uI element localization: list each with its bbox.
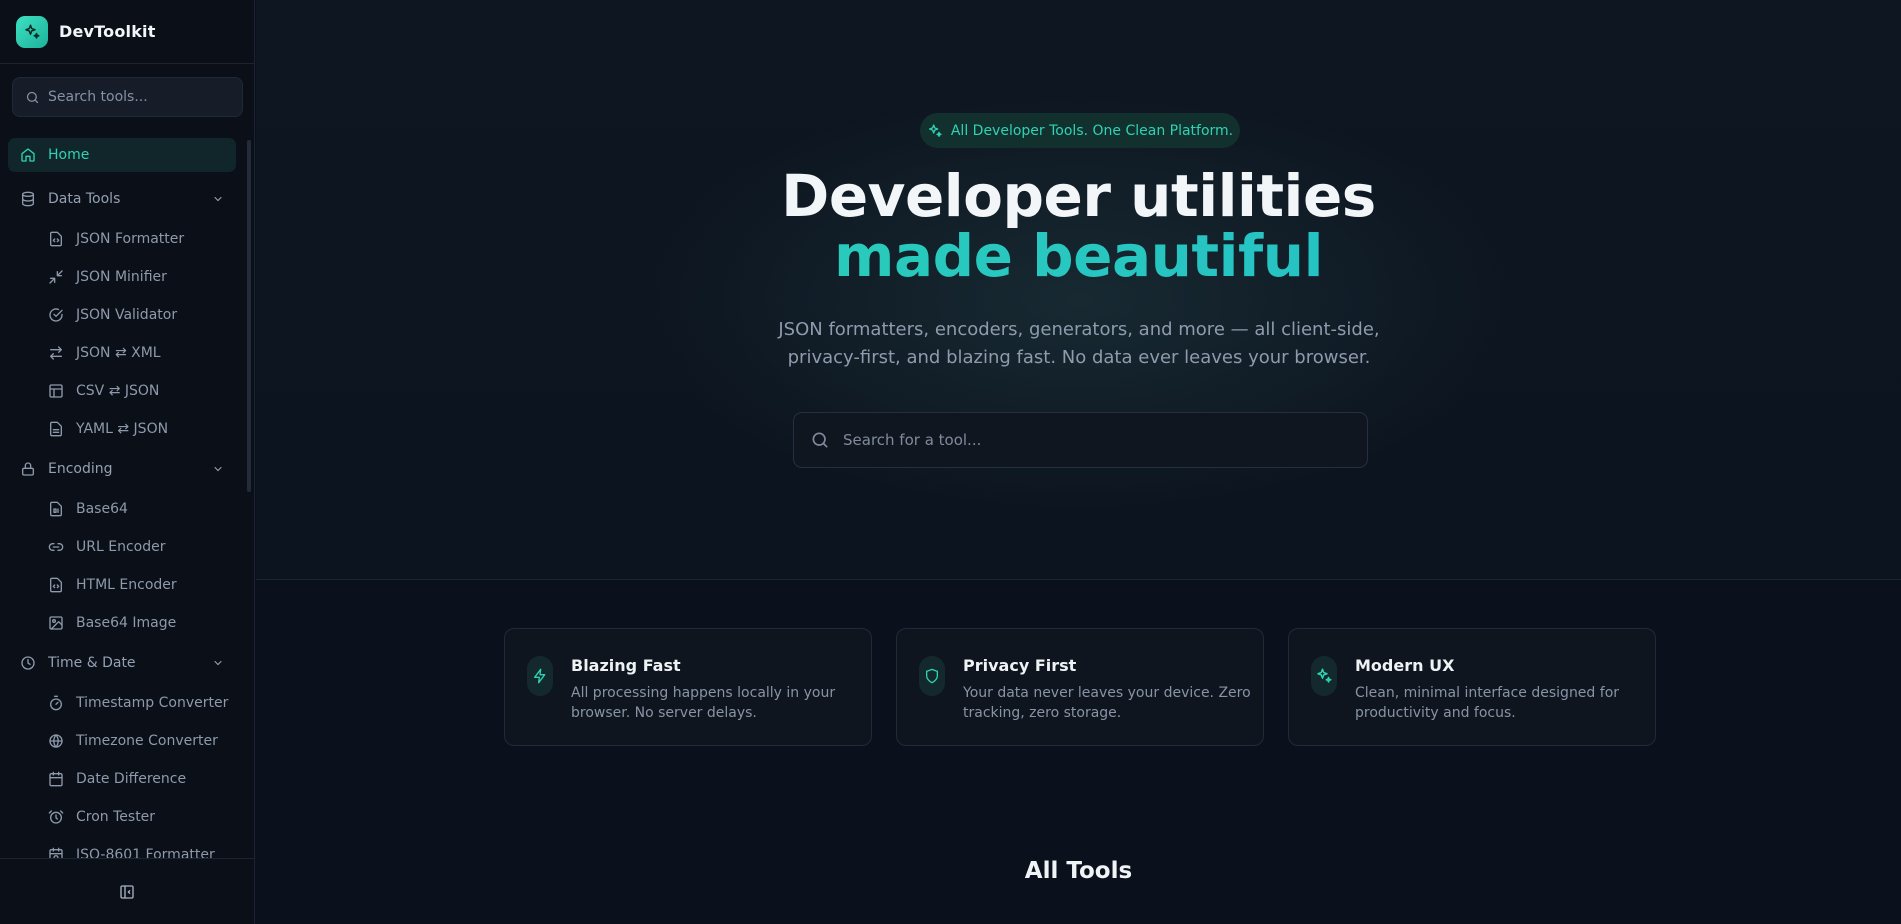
feature-title: Blazing Fast: [571, 656, 681, 675]
table-icon: [48, 383, 64, 399]
timer-icon: [48, 695, 64, 711]
sidebar-item-label: JSON Validator: [76, 307, 178, 323]
sidebar-item-label: Date Difference: [76, 771, 187, 787]
hero-pill: All Developer Tools. One Clean Platform.: [920, 113, 1240, 148]
calendar-clock-icon: [48, 847, 64, 858]
sidebar-item-json-xml[interactable]: JSON ⇄ XML: [36, 336, 236, 370]
lock-icon: [20, 461, 36, 477]
chevron-down-icon: [212, 657, 224, 669]
all-tools-title: All Tools: [1024, 858, 1133, 884]
sparkle-icon: [1311, 656, 1337, 696]
sidebar-item-label: Cron Tester: [76, 809, 156, 825]
file-binary-icon: [48, 501, 64, 517]
calendar-icon: [48, 771, 64, 787]
sparkle-icon: [927, 123, 943, 139]
panel-collapse-icon: [119, 884, 135, 900]
feature-title: Privacy First: [963, 656, 1077, 675]
sidebar-item-yaml-json[interactable]: YAML ⇄ JSON: [36, 412, 236, 446]
shield-icon: [919, 656, 945, 696]
sidebar-group-label: Encoding: [48, 461, 113, 477]
sidebar-item-label: Timestamp Converter: [76, 695, 229, 711]
file-code-icon: [48, 231, 64, 247]
sidebar: DevToolkit Home Data Tools JSON Fo: [0, 0, 255, 924]
sidebar-item-label: ISO-8601 Formatter: [76, 847, 215, 858]
zap-icon: [527, 656, 553, 696]
sidebar-group-time-date[interactable]: Time & Date: [8, 646, 236, 680]
globe-icon: [48, 733, 64, 749]
sidebar-footer: [0, 858, 254, 924]
sidebar-item-json-validator[interactable]: JSON Validator: [36, 298, 236, 332]
sidebar-search[interactable]: [12, 77, 243, 117]
hero-search-input[interactable]: [843, 431, 1343, 449]
sidebar-item-home[interactable]: Home: [8, 138, 236, 172]
sidebar-scrollbar[interactable]: [247, 140, 251, 492]
hero-search[interactable]: [793, 412, 1368, 468]
feature-card-blazing-fast: Blazing Fast All processing happens loca…: [504, 628, 872, 746]
sidebar-item-label: Home: [48, 147, 90, 163]
brand[interactable]: DevToolkit: [0, 0, 254, 64]
feature-desc: Clean, minimal interface designed for pr…: [1355, 685, 1620, 721]
sidebar-item-label: HTML Encoder: [76, 577, 177, 593]
search-icon: [810, 430, 830, 450]
file-code-icon: [48, 577, 64, 593]
sidebar-item-json-formatter[interactable]: JSON Formatter: [36, 222, 236, 256]
hero-title: Developer utilities made beautiful: [256, 166, 1901, 286]
chevron-down-icon: [212, 463, 224, 475]
link-icon: [48, 539, 64, 555]
sidebar-item-url-encoder[interactable]: URL Encoder: [36, 530, 236, 564]
sidebar-item-csv-json[interactable]: CSV ⇄ JSON: [36, 374, 236, 408]
collapse-sidebar-button[interactable]: [115, 880, 139, 904]
sidebar-search-input[interactable]: [48, 89, 228, 105]
sidebar-item-label: Base64 Image: [76, 615, 177, 631]
sidebar-item-base64-image[interactable]: Base64 Image: [36, 606, 236, 640]
database-icon: [20, 191, 36, 207]
sidebar-item-html-encoder[interactable]: HTML Encoder: [36, 568, 236, 602]
chevron-down-icon: [212, 193, 224, 205]
feature-desc: All processing happens locally in your b…: [571, 685, 836, 721]
clock-icon: [20, 655, 36, 671]
sidebar-item-iso-8601-formatter[interactable]: ISO-8601 Formatter: [36, 838, 236, 858]
search-icon: [25, 90, 40, 105]
check-circle-icon: [48, 307, 64, 323]
sidebar-item-json-minifier[interactable]: JSON Minifier: [36, 260, 236, 294]
sidebar-group-data-tools[interactable]: Data Tools: [8, 182, 236, 216]
sidebar-item-label: YAML ⇄ JSON: [76, 421, 169, 437]
file-text-icon: [48, 421, 64, 437]
hero-subtitle: JSON formatters, encoders, generators, a…: [778, 319, 1380, 368]
hero-section: All Developer Tools. One Clean Platform.…: [256, 0, 1901, 580]
sparkle-icon: [16, 15, 48, 48]
sidebar-group-label: Time & Date: [48, 655, 136, 671]
brand-name: DevToolkit: [59, 22, 156, 41]
sidebar-item-label: Base64: [76, 501, 128, 517]
arrows-swap-icon: [48, 345, 64, 361]
feature-card-modern-ux: Modern UX Clean, minimal interface desig…: [1288, 628, 1656, 746]
sidebar-item-timezone-converter[interactable]: Timezone Converter: [36, 724, 236, 758]
sidebar-item-label: JSON Formatter: [76, 231, 185, 247]
feature-card-privacy-first: Privacy First Your data never leaves you…: [896, 628, 1264, 746]
hero-title-line2: made beautiful: [256, 226, 1901, 286]
sidebar-item-label: Timezone Converter: [76, 733, 218, 749]
sidebar-item-label: JSON Minifier: [76, 269, 167, 285]
alarm-clock-icon: [48, 809, 64, 825]
sidebar-item-label: CSV ⇄ JSON: [76, 383, 160, 399]
home-icon: [20, 147, 36, 163]
sidebar-nav: Home Data Tools JSON Formatter JSON Mini…: [0, 132, 254, 858]
sidebar-item-label: JSON ⇄ XML: [76, 345, 161, 361]
main-content: All Developer Tools. One Clean Platform.…: [256, 0, 1901, 924]
sidebar-item-timestamp-converter[interactable]: Timestamp Converter: [36, 686, 236, 720]
hero-title-line1: Developer utilities: [781, 162, 1376, 230]
sidebar-group-label: Data Tools: [48, 191, 121, 207]
sidebar-item-date-difference[interactable]: Date Difference: [36, 762, 236, 796]
image-icon: [48, 615, 64, 631]
feature-desc: Your data never leaves your device. Zero…: [963, 685, 1251, 721]
feature-title: Modern UX: [1355, 656, 1455, 675]
sidebar-item-cron-tester[interactable]: Cron Tester: [36, 800, 236, 834]
hero-pill-text: All Developer Tools. One Clean Platform.: [950, 122, 1234, 139]
minimize-icon: [48, 269, 64, 285]
sidebar-item-base64[interactable]: Base64: [36, 492, 236, 526]
sidebar-group-encoding[interactable]: Encoding: [8, 452, 236, 486]
sidebar-item-label: URL Encoder: [76, 539, 166, 555]
